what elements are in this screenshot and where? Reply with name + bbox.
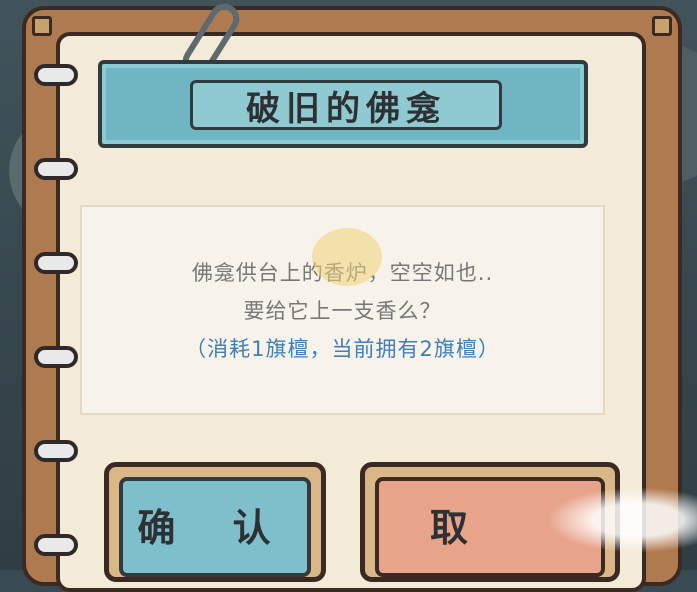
chick-mascot-icon	[312, 228, 382, 286]
binder-ring-icon	[34, 158, 78, 180]
binder-ring-icon	[34, 440, 78, 462]
watermark-logo	[500, 470, 697, 570]
binder-ring-icon	[34, 64, 78, 86]
binder-ring-icon	[34, 534, 78, 556]
dialog-title: 破旧的佛龛	[246, 88, 446, 129]
confirm-button-label: 确 认	[137, 506, 293, 550]
cost-info: （消耗1旗檀，当前拥有2旗檀）	[185, 337, 500, 361]
binder-ring-icon	[34, 346, 78, 368]
message-line-2: 要给它上一支香么？	[243, 299, 442, 323]
corner-bolt-icon	[32, 16, 52, 36]
dialog-title-banner: 破旧的佛龛	[98, 60, 588, 148]
corner-bolt-icon	[652, 16, 672, 36]
title-plate: 破旧的佛龛	[190, 80, 502, 130]
cancel-button-label: 取	[429, 506, 490, 550]
confirm-button[interactable]: 确 认	[104, 462, 326, 582]
binder-ring-icon	[34, 252, 78, 274]
